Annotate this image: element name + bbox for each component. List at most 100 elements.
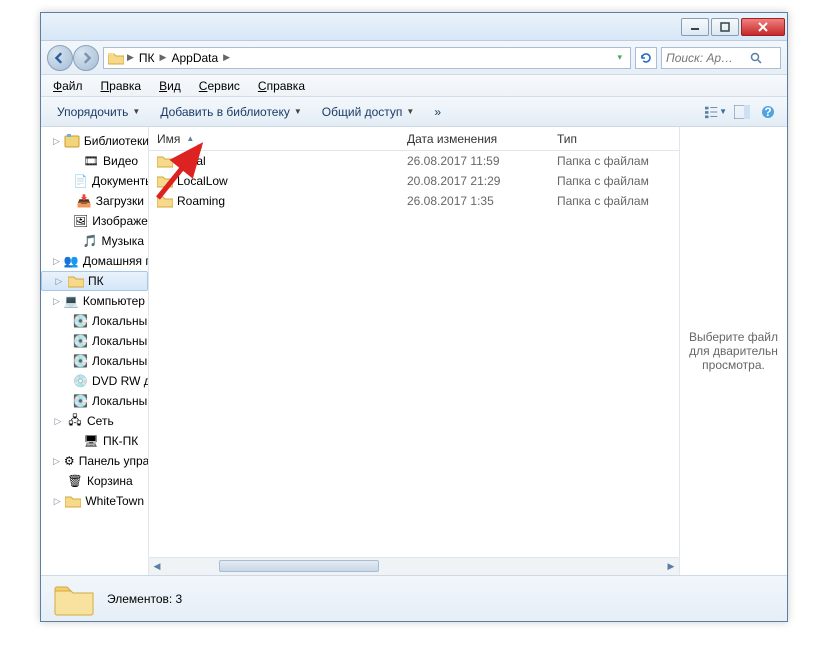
explorer-window: ▶ ПК ▶ AppData ▶ ▾ Файл Правка Вид Серви… xyxy=(40,12,788,622)
tree-disk-y[interactable]: 💽 Локальный диск (Y xyxy=(41,391,148,411)
refresh-button[interactable] xyxy=(635,47,657,69)
tree-documents[interactable]: 📄 Документы xyxy=(41,171,148,191)
file-date: 26.08.2017 11:59 xyxy=(399,154,549,168)
breadcrumb-seg-1[interactable]: ПК xyxy=(137,51,157,65)
network-icon: 🖧 xyxy=(67,414,83,428)
tree-label: Локальный диск (Y xyxy=(92,394,149,408)
document-icon: 📄 xyxy=(73,174,88,188)
help-button[interactable]: ? xyxy=(757,101,779,123)
status-count: Элементов: 3 xyxy=(107,592,182,606)
tree-label: Сеть xyxy=(87,414,114,428)
tree-disk-e[interactable]: 💽Локальный диск (E xyxy=(41,351,148,371)
file-name: Roaming xyxy=(177,194,225,208)
tree-whitetown[interactable]: ▷WhiteTown xyxy=(41,491,148,511)
tree-disk-d[interactable]: 💽 Локальный диск (D xyxy=(41,331,148,351)
chevron-right-icon[interactable]: ▶ xyxy=(222,52,231,63)
file-row[interactable]: Local 26.08.2017 11:59 Папка с файлам xyxy=(149,151,679,171)
main-pane: Имя▲ Дата изменения Тип Local 26.08.2017… xyxy=(149,127,787,575)
preview-pane-button[interactable] xyxy=(731,101,753,123)
col-name[interactable]: Имя▲ xyxy=(149,132,399,146)
tree-label: Локальный диск (C xyxy=(92,314,149,328)
tree-network[interactable]: ▷🖧Сеть xyxy=(41,411,148,431)
menu-view[interactable]: Вид xyxy=(151,77,189,95)
tree-recycle[interactable]: 🗑Корзина xyxy=(41,471,148,491)
tree-label: Видео xyxy=(103,154,138,168)
menu-help[interactable]: Справка xyxy=(250,77,313,95)
file-name: LocalLow xyxy=(177,174,228,188)
tree-disk-c[interactable]: 💽Локальный диск (C xyxy=(41,311,148,331)
sort-asc-icon: ▲ xyxy=(186,134,194,143)
tree-label: Домашняя группа xyxy=(83,254,149,268)
minimize-button[interactable] xyxy=(681,18,709,36)
share-button[interactable]: Общий доступ▼ xyxy=(314,102,423,122)
tree-label: DVD RW дисковод ( xyxy=(92,374,149,388)
tree-label: Панель управления xyxy=(79,454,149,468)
view-mode-button[interactable]: ▼ xyxy=(705,101,727,123)
menu-bar: Файл Правка Вид Сервис Справка xyxy=(41,75,787,97)
col-date[interactable]: Дата изменения xyxy=(399,132,549,146)
address-dropdown-icon[interactable]: ▾ xyxy=(613,52,626,63)
titlebar xyxy=(41,13,787,41)
breadcrumb-seg-2[interactable]: AppData xyxy=(169,51,220,65)
body: ▷Библиотеки 🎞Видео 📄Документы 📥Загрузки … xyxy=(41,127,787,575)
drive-icon: 💽 xyxy=(73,394,88,408)
tree-dvd[interactable]: 💿DVD RW дисковод ( xyxy=(41,371,148,391)
chevron-right-icon[interactable]: ▶ xyxy=(159,52,168,63)
folder-icon xyxy=(157,154,173,168)
tree-label: Загрузки xyxy=(96,194,144,208)
tree-downloads[interactable]: 📥Загрузки xyxy=(41,191,148,211)
back-button[interactable] xyxy=(47,45,73,71)
forward-button[interactable] xyxy=(73,45,99,71)
menu-file[interactable]: Файл xyxy=(45,77,91,95)
menu-tools[interactable]: Сервис xyxy=(191,77,248,95)
horizontal-scrollbar[interactable]: ◀ ▶ xyxy=(149,557,679,575)
search-box[interactable] xyxy=(661,47,781,69)
chevron-right-icon[interactable]: ▶ xyxy=(126,52,135,63)
address-bar[interactable]: ▶ ПК ▶ AppData ▶ ▾ xyxy=(103,47,631,69)
tree-computer[interactable]: ▷💻Компьютер xyxy=(41,291,148,311)
tree-homegroup[interactable]: ▷👥Домашняя группа xyxy=(41,251,148,271)
close-button[interactable] xyxy=(741,18,785,36)
tree-pictures[interactable]: 🖼Изображения xyxy=(41,211,148,231)
scroll-right-icon[interactable]: ▶ xyxy=(663,558,679,574)
file-row[interactable]: LocalLow 20.08.2017 21:29 Папка с файлам xyxy=(149,171,679,191)
file-type: Папка с файлам xyxy=(549,154,679,168)
tree-pk[interactable]: ▷ПК xyxy=(41,271,148,291)
video-icon: 🎞 xyxy=(83,154,99,168)
tree-video[interactable]: 🎞 Видео xyxy=(41,151,148,171)
scroll-left-icon[interactable]: ◀ xyxy=(149,558,165,574)
control-panel-icon: ⚙ xyxy=(64,454,75,468)
toolbar: Упорядочить▼ Добавить в библиотеку▼ Общи… xyxy=(41,97,787,127)
preview-pane: Выберите файл для дварительн просмотра. xyxy=(679,127,787,575)
drive-icon: 💽 xyxy=(73,334,88,348)
tree-label: Документы xyxy=(92,174,149,188)
nav-tree[interactable]: ▷Библиотеки 🎞Видео 📄Документы 📥Загрузки … xyxy=(41,127,149,575)
file-list: Имя▲ Дата изменения Тип Local 26.08.2017… xyxy=(149,127,679,575)
scroll-thumb[interactable] xyxy=(219,560,379,572)
add-library-button[interactable]: Добавить в библиотеку▼ xyxy=(152,102,309,122)
status-bar: Элементов: 3 xyxy=(41,575,787,621)
preview-text: Выберите файл для дварительн просмотра. xyxy=(688,330,779,372)
file-row[interactable]: Roaming 26.08.2017 1:35 Папка с файлам xyxy=(149,191,679,211)
menu-edit[interactable]: Правка xyxy=(93,77,150,95)
organize-button[interactable]: Упорядочить▼ xyxy=(49,102,148,122)
tree-music[interactable]: 🎵Музыка xyxy=(41,231,148,251)
search-input[interactable] xyxy=(666,51,746,65)
folder-icon xyxy=(65,494,81,508)
tree-label: Компьютер xyxy=(83,294,145,308)
libraries-icon xyxy=(64,134,80,148)
file-name: Local xyxy=(177,154,206,168)
file-date: 26.08.2017 1:35 xyxy=(399,194,549,208)
folder-icon xyxy=(53,581,95,617)
tree-pkpk[interactable]: 🖥ПК-ПК xyxy=(41,431,148,451)
folder-icon xyxy=(108,51,124,65)
tree-control-panel[interactable]: ▷⚙Панель управления xyxy=(41,451,148,471)
tree-label: ПК-ПК xyxy=(103,434,138,448)
tree-libraries[interactable]: ▷Библиотеки xyxy=(41,131,148,151)
svg-text:?: ? xyxy=(764,105,771,119)
pictures-icon: 🖼 xyxy=(73,214,88,228)
col-type[interactable]: Тип xyxy=(549,132,679,146)
toolbar-overflow[interactable]: » xyxy=(426,102,449,122)
tree-label: Локальный диск (D xyxy=(92,334,149,348)
maximize-button[interactable] xyxy=(711,18,739,36)
